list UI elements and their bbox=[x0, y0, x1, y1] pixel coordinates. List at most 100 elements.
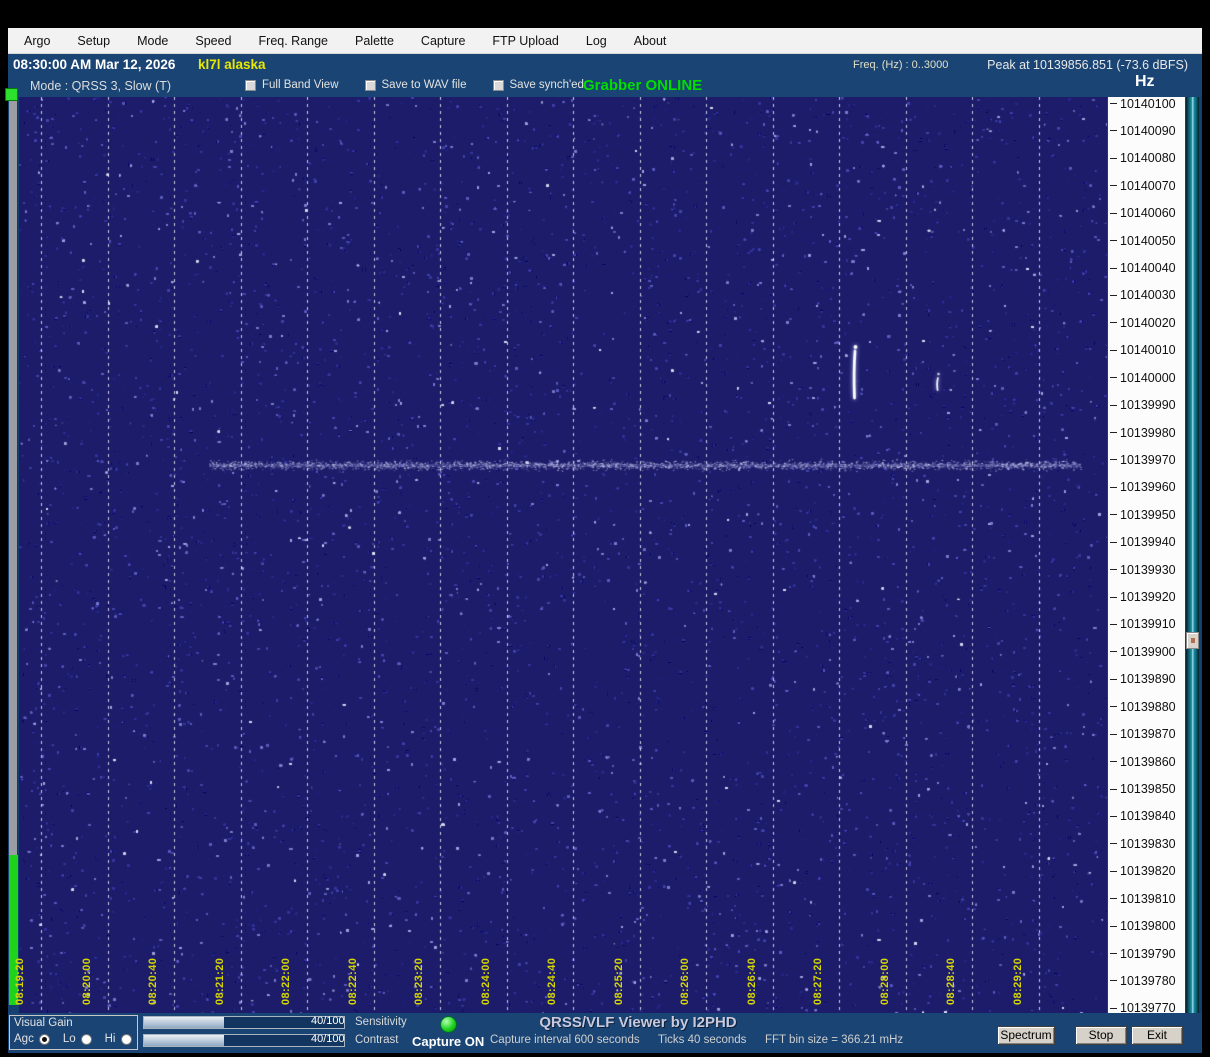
menu-item-about[interactable]: About bbox=[634, 34, 667, 48]
freq-tick-label: 10140030 bbox=[1120, 288, 1176, 303]
menu-item-capture[interactable]: Capture bbox=[421, 34, 465, 48]
callsign-label: kl7l alaska bbox=[198, 57, 266, 72]
radio-button-icon[interactable] bbox=[38, 1033, 50, 1045]
tick-mark-icon bbox=[1110, 843, 1117, 845]
freq-scrollbar-handle[interactable] bbox=[1186, 632, 1199, 649]
freq-tick: 10139960 bbox=[1108, 480, 1176, 494]
checkbox-full-band-view[interactable]: Full Band View bbox=[245, 79, 339, 91]
freq-tick-label: 10139960 bbox=[1120, 480, 1176, 495]
freq-tick: 10139860 bbox=[1108, 755, 1176, 769]
tick-mark-icon bbox=[1110, 212, 1117, 214]
time-label: 08:25:20 bbox=[612, 957, 625, 1005]
freq-tick: 10139820 bbox=[1108, 864, 1176, 878]
tick-mark-icon bbox=[1110, 623, 1117, 625]
checkbox-save-to-wav-file[interactable]: Save to WAV file bbox=[364, 79, 467, 91]
freq-tick: 10139890 bbox=[1108, 672, 1176, 686]
checkbox-box-icon[interactable] bbox=[492, 79, 504, 91]
freq-tick-label: 10139890 bbox=[1120, 672, 1176, 687]
freq-tick-label: 10139950 bbox=[1120, 507, 1176, 522]
capture-state-label: Capture ON bbox=[412, 1034, 485, 1049]
ticks-info-label: Ticks 40 seconds bbox=[658, 1034, 747, 1046]
time-label: 08:21:20 bbox=[213, 957, 226, 1005]
freq-tick: 10139910 bbox=[1108, 617, 1176, 631]
menu-item-setup[interactable]: Setup bbox=[77, 34, 110, 48]
checkbox-save-synch-ed[interactable]: Save synch'ed bbox=[492, 79, 584, 91]
checkbox-box-icon[interactable] bbox=[364, 79, 376, 91]
time-label: 08:27:20 bbox=[812, 957, 824, 1005]
capture-interval-label: Capture interval 600 seconds bbox=[490, 1034, 640, 1046]
tick-mark-icon bbox=[1110, 678, 1117, 680]
freq-tick-label: 10140090 bbox=[1120, 123, 1176, 138]
menu-item-argo[interactable]: Argo bbox=[24, 34, 50, 48]
freq-tick: 10140070 bbox=[1108, 179, 1176, 193]
waterfall-area: 08:19:20 08:20:00 08:20:40 08:21:20 08:22:00… bbox=[14, 97, 1107, 1013]
menu-item-speed[interactable]: Speed bbox=[195, 34, 231, 48]
time-label: 08:29:20 bbox=[1011, 957, 1024, 1005]
tick-mark-icon bbox=[1110, 377, 1117, 379]
checkbox-label: Save to WAV file bbox=[381, 79, 467, 91]
freq-tick: 10139780 bbox=[1108, 974, 1176, 988]
freq-tick-label: 10139930 bbox=[1120, 562, 1176, 577]
waterfall-canvas bbox=[19, 97, 1107, 1013]
spectrum-button[interactable]: Spectrum bbox=[997, 1026, 1055, 1045]
tick-mark-icon bbox=[1110, 761, 1117, 763]
time-label: 08:26:00 bbox=[679, 957, 691, 1005]
capture-led-icon bbox=[440, 1016, 457, 1033]
tick-mark-icon bbox=[1110, 130, 1117, 132]
freq-tick-label: 10140080 bbox=[1120, 151, 1176, 166]
time-label: 08:26:40 bbox=[745, 957, 758, 1005]
freq-tick: 10140100 bbox=[1108, 97, 1176, 111]
slider-value-label: 40/100 bbox=[311, 1015, 345, 1027]
tick-mark-icon bbox=[1110, 569, 1117, 571]
mode-bar: Mode : QRSS 3, Slow (T) Full Band View Sa… bbox=[8, 76, 1202, 97]
freq-tick: 10140020 bbox=[1108, 316, 1176, 330]
freq-tick-label: 10139820 bbox=[1120, 864, 1176, 879]
radio-agc[interactable]: Agc bbox=[14, 1033, 50, 1045]
freq-scrollbar[interactable] bbox=[1186, 97, 1199, 1013]
stop-button[interactable]: Stop bbox=[1075, 1026, 1127, 1045]
menu-item-freq-range[interactable]: Freq. Range bbox=[259, 34, 328, 48]
freq-axis-panel: 10140100 10140090 10140080 10140070 10140060… bbox=[1108, 97, 1185, 1013]
time-label: 08:28:00 bbox=[878, 957, 891, 1005]
tick-mark-icon bbox=[1110, 486, 1117, 488]
freq-tick: 10139900 bbox=[1108, 645, 1176, 659]
menu-item-log[interactable]: Log bbox=[586, 34, 607, 48]
slider-value-label: 40/100 bbox=[311, 1033, 345, 1045]
freq-tick-label: 10139970 bbox=[1120, 452, 1176, 467]
tick-mark-icon bbox=[1110, 788, 1117, 790]
app-window: Argo Setup Mode Speed Freq. Range Palette Capt… bbox=[5, 28, 1202, 1053]
freq-tick: 10140040 bbox=[1108, 261, 1176, 275]
exit-button[interactable]: Exit bbox=[1131, 1026, 1183, 1045]
tick-mark-icon bbox=[1110, 103, 1117, 104]
radio-lo[interactable]: Lo bbox=[63, 1033, 92, 1045]
freq-tick-label: 10140070 bbox=[1120, 178, 1176, 193]
tick-mark-icon bbox=[1110, 404, 1117, 406]
tick-mark-icon bbox=[1110, 925, 1117, 927]
time-label: 08:22:00 bbox=[280, 957, 292, 1005]
freq-tick: 10139920 bbox=[1108, 590, 1176, 604]
freq-tick: 10139880 bbox=[1108, 700, 1176, 714]
freq-tick-label: 10139980 bbox=[1120, 425, 1176, 440]
tick-mark-icon bbox=[1110, 651, 1117, 653]
menu-item-ftp-upload[interactable]: FTP Upload bbox=[492, 34, 558, 48]
time-label: 08:20:00 bbox=[80, 957, 93, 1005]
checkbox-box-icon[interactable] bbox=[245, 79, 256, 91]
menu-item-palette[interactable]: Palette bbox=[355, 34, 394, 48]
tick-mark-icon bbox=[1110, 294, 1117, 296]
tick-mark-icon bbox=[1110, 157, 1117, 159]
radio-button-icon[interactable] bbox=[120, 1033, 132, 1045]
status-bar: 08:30:00 AM Mar 12, 2026 kl7l alaska Fre… bbox=[8, 54, 1202, 76]
time-label: 08:19:20 bbox=[14, 957, 26, 1005]
freq-tick-label: 10139920 bbox=[1120, 590, 1176, 605]
fft-info-label: FFT bin size = 366.21 mHz bbox=[765, 1034, 904, 1046]
freq-tick: 10140080 bbox=[1108, 151, 1176, 165]
visual-gain-options: Agc Lo Hi bbox=[14, 1033, 132, 1045]
visual-gain-group: Visual Gain Agc Lo Hi bbox=[9, 1015, 138, 1050]
visual-gain-label: Visual Gain bbox=[14, 1017, 73, 1029]
radio-hi[interactable]: Hi bbox=[105, 1033, 132, 1045]
freq-tick-label: 10139900 bbox=[1120, 644, 1176, 659]
mode-checkboxes: Full Band View Save to WAV file Save synch… bbox=[245, 79, 584, 91]
menu-item-mode[interactable]: Mode bbox=[137, 34, 168, 48]
tick-mark-icon bbox=[1110, 898, 1117, 900]
radio-button-icon[interactable] bbox=[80, 1033, 92, 1045]
